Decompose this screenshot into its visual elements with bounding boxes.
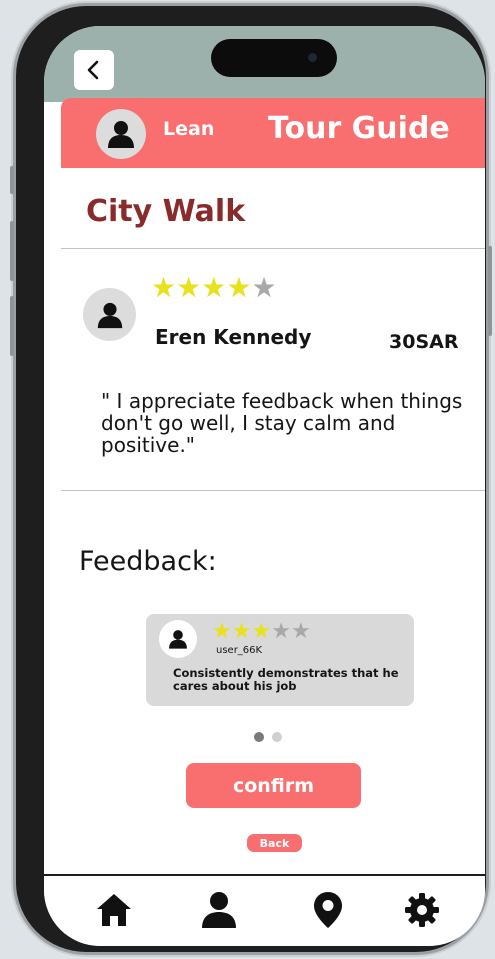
feedback-heading: Feedback: <box>79 546 217 577</box>
star-filled-icon: ★ <box>251 619 272 644</box>
reviewer-username: user_66K <box>216 645 263 656</box>
star-empty-icon: ★ <box>271 619 291 644</box>
star-filled-icon: ★ <box>231 619 252 644</box>
star-filled-icon: ★ <box>176 271 202 304</box>
home-icon <box>97 894 131 926</box>
divider <box>61 490 485 491</box>
review-rating-stars: ★★★★★ <box>212 621 311 643</box>
volume-down-button <box>10 296 14 356</box>
phone-frame: Lean Tour Guide City Walk ★★★★★ Eren Ken… <box>10 6 492 952</box>
star-filled-icon: ★ <box>201 271 227 304</box>
star-empty-icon: ★ <box>290 619 311 644</box>
guide-name: Eren Kennedy <box>155 325 312 349</box>
star-filled-icon: ★ <box>151 271 177 304</box>
carousel-dot-active[interactable] <box>254 732 264 742</box>
reviewer-avatar-icon <box>159 620 197 658</box>
review-card[interactable]: ★★★★★ user_66K Consistently demonstrates… <box>146 614 414 706</box>
app-title: Tour Guide <box>268 111 450 146</box>
user-avatar-icon[interactable] <box>96 109 146 159</box>
settings-gear-icon <box>405 893 439 927</box>
guide-avatar-icon <box>83 288 136 341</box>
guide-rating-stars: ★★★★★ <box>151 274 277 302</box>
star-empty-icon: ★ <box>251 271 277 304</box>
power-button <box>488 246 492 336</box>
carousel-dot[interactable] <box>272 732 282 742</box>
mute-switch <box>10 166 14 194</box>
page-title: City Walk <box>86 194 246 229</box>
tab-bar <box>44 874 485 946</box>
tab-location[interactable] <box>306 888 350 932</box>
profile-icon <box>202 892 236 928</box>
header-username: Lean <box>163 118 215 140</box>
dynamic-island <box>211 39 337 77</box>
star-filled-icon: ★ <box>212 619 232 644</box>
guide-price: 30SAR <box>389 331 459 353</box>
app-header: Lean Tour Guide <box>61 98 485 168</box>
tab-settings[interactable] <box>400 888 444 932</box>
confirm-button[interactable]: confirm <box>186 763 361 808</box>
location-pin-icon <box>314 892 342 928</box>
screen: Lean Tour Guide City Walk ★★★★★ Eren Ken… <box>44 26 485 946</box>
back-arrow-button[interactable] <box>74 50 114 90</box>
volume-up-button <box>10 221 14 281</box>
tab-home[interactable] <box>92 888 136 932</box>
divider <box>61 248 485 249</box>
chevron-left-icon <box>87 60 99 80</box>
star-filled-icon: ★ <box>226 271 252 304</box>
tab-profile[interactable] <box>197 888 241 932</box>
guide-quote: " I appreciate feedback when things don'… <box>101 389 463 457</box>
back-button[interactable]: Back <box>247 834 302 852</box>
review-text: Consistently demonstrates that he cares … <box>173 666 399 693</box>
